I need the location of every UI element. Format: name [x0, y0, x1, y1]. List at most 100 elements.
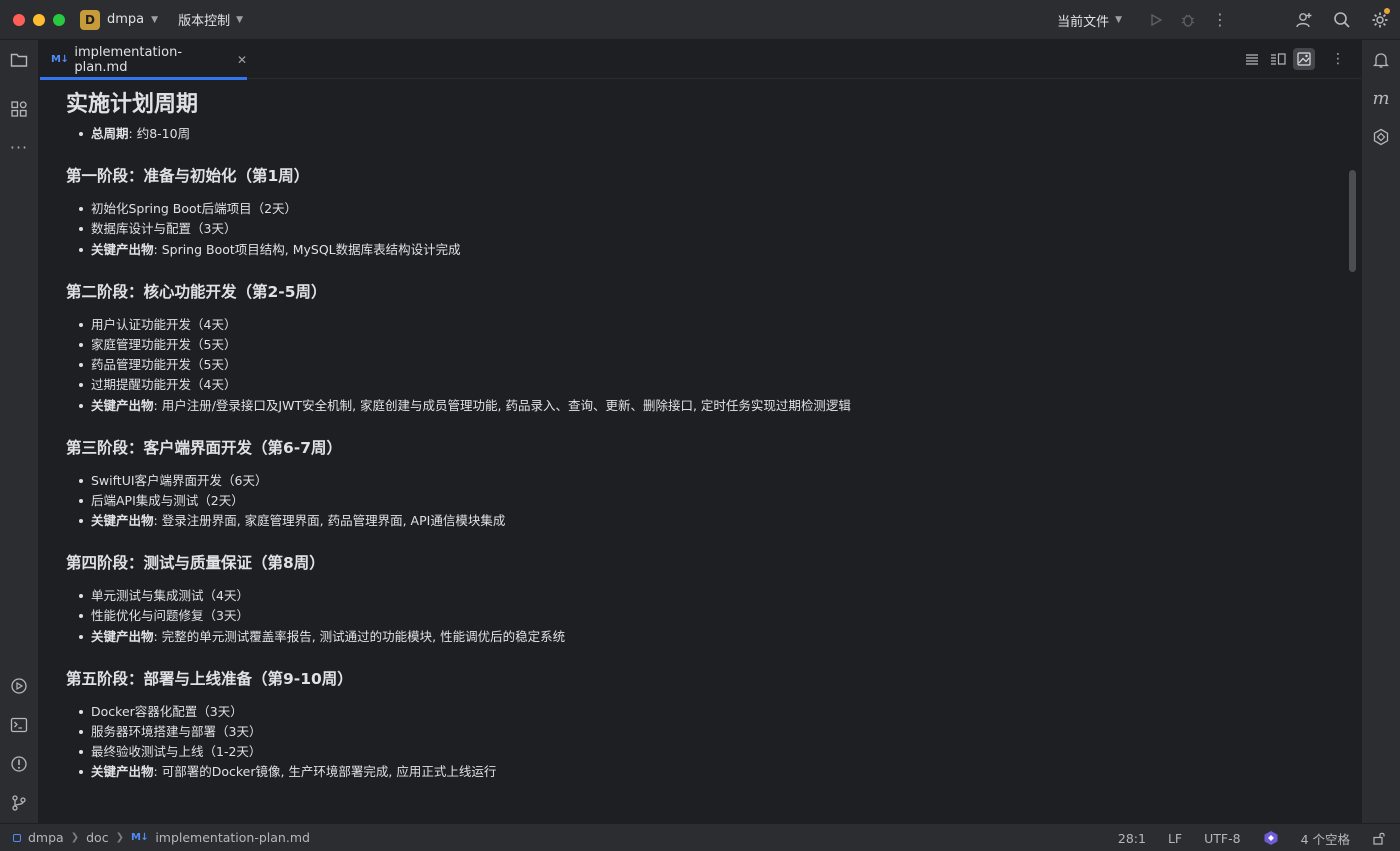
close-icon[interactable]: ✕ — [237, 53, 247, 67]
split-view-button[interactable] — [1267, 48, 1289, 70]
list-item: Docker容器化配置（3天） — [66, 702, 1326, 722]
play-icon — [1151, 13, 1163, 27]
section-heading: 第二阶段：核心功能开发（第2-5周） — [66, 282, 327, 301]
vertical-scrollbar[interactable] — [1349, 170, 1356, 272]
add-user-button[interactable] — [1288, 4, 1320, 36]
section-heading: 第五阶段：部署与上线准备（第9-10周） — [66, 669, 353, 688]
summary-list: 总周期: 约8-10周 — [66, 124, 1326, 144]
status-widgets: 28:1 LF UTF-8 4 个空格 — [1118, 824, 1386, 851]
markdown-preview[interactable]: 实施计划周期 总周期: 约8-10周 第一阶段：准备与初始化（第1周） 初始化Sp… — [40, 80, 1348, 823]
breadcrumb-item[interactable]: doc — [86, 830, 108, 845]
line-separator[interactable]: LF — [1168, 831, 1182, 846]
git-tool-button[interactable] — [7, 791, 31, 815]
close-window-button[interactable] — [13, 13, 25, 26]
read-only-toggle[interactable] — [1372, 831, 1386, 845]
window-controls — [13, 13, 65, 26]
structure-icon — [11, 101, 27, 117]
notifications-button[interactable] — [1369, 48, 1393, 72]
image-preview-icon — [1297, 52, 1311, 66]
deliverable-label: 关键产出物 — [91, 764, 154, 780]
minimize-window-button[interactable] — [33, 13, 45, 26]
preview-only-button[interactable] — [1293, 48, 1315, 70]
project-switcher[interactable]: D dmpa ▼ — [80, 9, 159, 30]
phases-container: 第一阶段：准备与初始化（第1周） 初始化Spring Boot后端项目（2天） 数据… — [66, 164, 1326, 782]
warning-circle-icon — [11, 756, 27, 772]
list-item: 用户认证功能开发（4天） — [66, 315, 1326, 335]
deliverable-text: : 用户注册/登录接口及JWT安全机制, 家庭创建与成员管理功能, 药品录入、查… — [153, 397, 851, 413]
structure-tool-button[interactable] — [7, 97, 31, 121]
terminal-icon — [10, 717, 28, 733]
search-button[interactable] — [1326, 4, 1358, 36]
tab-implementation-plan[interactable]: M↓ implementation-plan.md ✕ — [40, 40, 247, 80]
section-heading: 第一阶段：准备与初始化（第1周） — [66, 167, 310, 186]
list-item: 后端API集成与测试（2天） — [66, 491, 1326, 511]
deliverable-text: : 可部署的Docker镜像, 生产环境部署完成, 应用正式上线运行 — [153, 764, 497, 780]
markdown-plugin-button[interactable]: m — [1369, 86, 1393, 110]
run-button[interactable] — [1140, 4, 1172, 36]
project-tool-button[interactable] — [7, 48, 31, 72]
summary-label: 总周期 — [91, 126, 129, 141]
list-item: 总周期: 约8-10周 — [66, 124, 1326, 144]
phase-task-list: 初始化Spring Boot后端项目（2天） 数据库设计与配置（3天） 关键产出物:… — [66, 199, 1326, 260]
caret-position[interactable]: 28:1 — [1118, 831, 1146, 846]
more-tools-button[interactable]: ··· — [7, 135, 31, 159]
ai-status-button[interactable] — [1263, 830, 1279, 846]
ai-assistant-icon — [1264, 831, 1278, 845]
run-config-label: 当前文件 — [1057, 14, 1110, 30]
file-encoding[interactable]: UTF-8 — [1204, 831, 1240, 846]
breadcrumb-item[interactable]: implementation-plan.md — [155, 830, 310, 845]
editor-view-toolbar: ⋮ — [1241, 48, 1349, 70]
settings-button[interactable] — [1364, 4, 1396, 36]
left-tool-strip: ··· — [0, 40, 39, 823]
deliverable-text: : 登录注册界面, 家庭管理界面, 药品管理界面, API通信模块集成 — [153, 513, 506, 529]
deliverable-text: : 完整的单元测试覆盖率报告, 测试通过的功能模块, 性能调优后的稳定系统 — [153, 628, 566, 644]
deliverable-item: 关键产出物: 登录注册界面, 家庭管理界面, 药品管理界面, API通信模块集成 — [66, 511, 1326, 531]
more-vertical-icon: ⋮ — [1212, 10, 1228, 29]
more-horizontal-icon: ··· — [9, 137, 29, 157]
bell-icon — [1373, 53, 1389, 68]
tab-filename: implementation-plan.md — [74, 44, 183, 75]
add-user-icon — [1296, 13, 1312, 28]
problems-tool-button[interactable] — [7, 752, 31, 776]
vcs-menu[interactable]: 版本控制 ▼ — [178, 10, 243, 29]
list-item: 服务器环境搭建与部署（3天） — [66, 722, 1326, 742]
deliverable-item: 关键产出物: 用户注册/登录接口及JWT安全机制, 家庭创建与成员管理功能, 药… — [66, 396, 1326, 416]
update-dot — [1384, 8, 1390, 14]
list-item: 性能优化与问题修复（3天） — [66, 606, 1326, 626]
services-tool-button[interactable] — [7, 674, 31, 698]
deliverable-item: 关键产出物: 完整的单元测试覆盖率报告, 测试通过的功能模块, 性能调优后的稳定… — [66, 627, 1326, 647]
chevron-down-icon: ▼ — [1115, 15, 1122, 25]
lines-icon — [1246, 54, 1258, 65]
list-item: 单元测试与集成测试（4天） — [66, 586, 1326, 606]
debug-button[interactable] — [1172, 4, 1204, 36]
chevron-down-icon: ▼ — [236, 14, 243, 25]
more-actions-button[interactable]: ⋮ — [1204, 4, 1236, 36]
folder-icon — [10, 53, 28, 67]
ai-assistant-button[interactable] — [1369, 125, 1393, 149]
markdown-file-icon: M↓ — [130, 832, 149, 843]
zoom-window-button[interactable] — [53, 13, 65, 26]
list-item: 过期提醒功能开发（4天） — [66, 375, 1326, 395]
indent-setting[interactable]: 4 个空格 — [1301, 829, 1350, 848]
editor-more-button[interactable]: ⋮ — [1327, 48, 1349, 70]
list-item: SwiftUI客户端界面开发（6天） — [66, 471, 1326, 491]
bug-icon — [1181, 14, 1195, 27]
deliverable-text: : Spring Boot项目结构, MySQL数据库表结构设计完成 — [153, 241, 461, 257]
breadcrumb-item[interactable]: dmpa — [28, 830, 64, 845]
terminal-tool-button[interactable] — [7, 713, 31, 737]
chevron-right-icon: ❯ — [70, 832, 80, 843]
more-vertical-icon: ⋮ — [1331, 51, 1345, 67]
list-item: 数据库设计与配置（3天） — [66, 219, 1326, 239]
project-badge: D — [80, 9, 100, 30]
list-item: 最终验收测试与上线（1-2天） — [66, 742, 1326, 762]
section-heading: 第三阶段：客户端界面开发（第6-7周） — [66, 438, 343, 457]
chevron-down-icon: ▼ — [151, 14, 159, 25]
run-config-selector[interactable]: 当前文件 ▼ — [1057, 11, 1122, 30]
editor-tab-bar: M↓ implementation-plan.md ✕ ⋮ — [40, 40, 1361, 80]
split-view-icon — [1271, 53, 1286, 65]
page-title: 实施计划周期 — [66, 92, 199, 117]
section-heading: 第四阶段：测试与质量保证（第8周） — [66, 554, 325, 573]
editor-only-button[interactable] — [1241, 48, 1263, 70]
deliverable-label: 关键产出物 — [91, 628, 154, 644]
document: 实施计划周期 总周期: 约8-10周 第一阶段：准备与初始化（第1周） 初始化Sp… — [66, 80, 1326, 783]
